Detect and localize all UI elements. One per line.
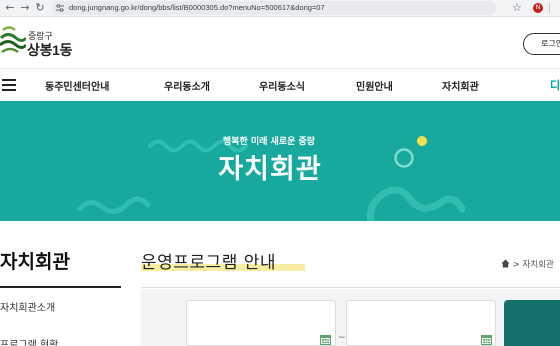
sidebar-divider bbox=[0, 286, 121, 288]
reload-icon[interactable]: ↻ bbox=[33, 1, 47, 15]
gnb-item-dong-news[interactable]: 우리동소식 bbox=[259, 78, 305, 93]
url-text[interactable]: dong.jungnang.go.kr/dong/bbs/list/B00003… bbox=[69, 1, 325, 15]
breadcrumb: > 자치회관 bbox=[501, 258, 554, 270]
logo-mark-icon bbox=[0, 26, 26, 53]
gnb-item-center-info[interactable]: 동주민센터안내 bbox=[45, 78, 109, 93]
menu-icon[interactable] bbox=[2, 79, 16, 91]
sidebar-item-programs[interactable]: 프로그램 현황 bbox=[0, 336, 58, 346]
calendar-icon[interactable] bbox=[481, 334, 492, 345]
address-bar[interactable]: dong.jungnang.go.kr/dong/bbs/list/B00003… bbox=[52, 1, 496, 15]
start-date-input[interactable] bbox=[186, 300, 336, 346]
end-date-input[interactable] bbox=[346, 300, 496, 346]
browser-toolbar: ← → ↻ dong.jungnang.go.kr/dong/bbs/list/… bbox=[0, 0, 560, 17]
sidebar-item-intro[interactable]: 자치회관소개 bbox=[0, 299, 55, 314]
sidebar-title: 자치회관 bbox=[0, 251, 70, 273]
breadcrumb-item[interactable]: 자치회관 bbox=[523, 260, 554, 270]
home-icon[interactable] bbox=[501, 259, 510, 268]
site-info-icon[interactable] bbox=[56, 4, 64, 12]
star-icon[interactable]: ☆ bbox=[512, 1, 522, 15]
calendar-icon[interactable] bbox=[320, 334, 331, 345]
gnb-item-dong-intro[interactable]: 우리동소개 bbox=[164, 78, 210, 93]
gnb-item-extra[interactable]: 디 bbox=[550, 77, 560, 93]
logo-main-text: 상봉1동 bbox=[27, 42, 73, 58]
breadcrumb-separator: > bbox=[512, 260, 523, 270]
page-title: 운영프로그램 안내 bbox=[141, 253, 277, 273]
main-navigation: 동주민센터안내 우리동소개 우리동소식 민원안내 자치회관 디 bbox=[0, 68, 560, 101]
gnb-item-autonomy-hall[interactable]: 자치회관 bbox=[442, 78, 479, 93]
arrow-left-icon[interactable]: ← bbox=[3, 1, 17, 15]
login-button[interactable]: 로그인 bbox=[523, 33, 560, 55]
banner-subtitle: 행복한 미래 새로운 중랑 bbox=[222, 137, 316, 147]
banner-title: 자치회관 bbox=[218, 154, 322, 185]
extension-icon[interactable]: N bbox=[533, 3, 543, 13]
search-button[interactable] bbox=[504, 300, 560, 346]
page-banner: 행복한 미래 새로운 중랑 자치회관 bbox=[0, 101, 560, 221]
arrow-right-icon[interactable]: → bbox=[18, 1, 32, 15]
site-logo[interactable]: 중랑구 상봉1동 bbox=[0, 26, 80, 62]
date-range-separator: ~ bbox=[338, 333, 346, 343]
content-divider bbox=[141, 287, 560, 288]
gnb-item-civil-service[interactable]: 민원안내 bbox=[356, 78, 393, 93]
toolbar-divider bbox=[549, 3, 550, 13]
